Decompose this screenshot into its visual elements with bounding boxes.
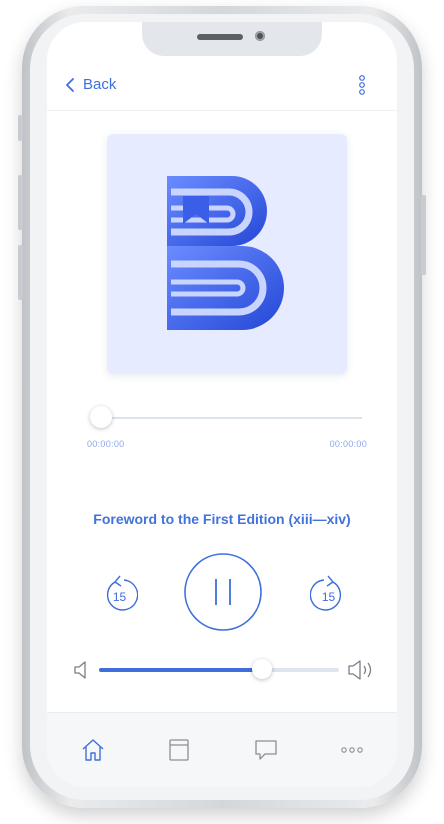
mute-switch <box>18 115 23 141</box>
book-icon <box>169 739 189 761</box>
chevron-left-icon <box>66 77 74 92</box>
app-screen: Back 00:00:00 00:00:00 Foreword to the F… <box>47 22 397 787</box>
forward-icon: 15 <box>309 575 342 611</box>
volume-thumb[interactable] <box>252 659 273 679</box>
tab-library[interactable] <box>164 735 194 765</box>
pause-icon <box>184 553 262 631</box>
progress-track[interactable] <box>102 417 362 419</box>
play-pause-button[interactable] <box>183 552 263 632</box>
back-label: Back <box>83 76 117 93</box>
volume-low-icon[interactable] <box>73 660 91 680</box>
header-divider <box>47 110 397 111</box>
current-time: 00:00:00 <box>87 439 125 449</box>
volume-slider[interactable] <box>99 668 339 672</box>
more-horizontal-icon <box>341 747 363 753</box>
chapter-title: Foreword to the First Edition (xiii—xiv) <box>93 511 351 527</box>
notch <box>142 22 322 56</box>
volume-fill <box>99 668 263 672</box>
tab-comments[interactable] <box>251 735 281 765</box>
tab-more[interactable] <box>337 735 367 765</box>
total-time: 00:00:00 <box>329 439 367 449</box>
home-icon <box>82 739 104 761</box>
volume-high-icon[interactable] <box>347 658 377 682</box>
forward-seconds: 15 <box>322 590 336 604</box>
book-logo-icon <box>167 176 284 330</box>
chat-icon <box>255 740 277 760</box>
power-button <box>421 195 426 275</box>
more-vertical-icon[interactable] <box>357 74 367 96</box>
tab-bar <box>47 712 397 787</box>
progress-thumb[interactable] <box>90 406 112 428</box>
header: Back <box>47 72 397 108</box>
volume-down-button <box>18 245 23 300</box>
book-cover <box>107 134 347 374</box>
volume-up-button <box>18 175 23 230</box>
rewind-icon: 15 <box>106 575 139 611</box>
tab-home[interactable] <box>78 735 108 765</box>
back-button[interactable]: Back <box>65 76 116 93</box>
speaker <box>197 34 243 40</box>
rewind-seconds: 15 <box>113 590 127 604</box>
front-camera <box>255 31 265 41</box>
forward-15-button[interactable]: 15 <box>309 574 346 614</box>
rewind-15-button[interactable]: 15 <box>102 574 139 614</box>
